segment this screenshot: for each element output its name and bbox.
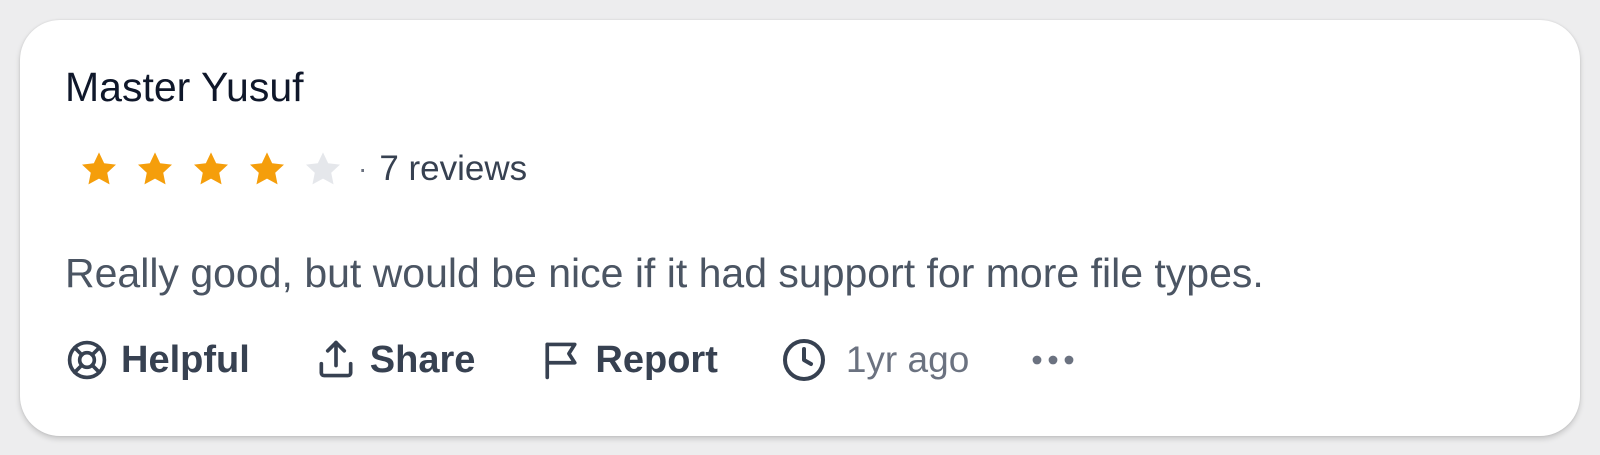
report-button[interactable]: Report bbox=[539, 334, 718, 386]
rating-row: · 7 reviews bbox=[78, 148, 527, 190]
star-icon bbox=[82, 152, 116, 185]
reviewer-name: Master Yusuf bbox=[65, 64, 304, 110]
helpful-button[interactable]: Helpful bbox=[65, 334, 250, 386]
timestamp: 1yr ago bbox=[780, 334, 969, 386]
share-button[interactable]: Share bbox=[314, 334, 476, 386]
share-label: Share bbox=[369, 339, 476, 381]
review-count: 7 reviews bbox=[379, 149, 528, 188]
star-icon bbox=[306, 152, 340, 185]
star-icon bbox=[138, 152, 172, 185]
rating-separator: · bbox=[358, 153, 368, 184]
helpful-label: Helpful bbox=[121, 339, 250, 381]
more-options-button[interactable] bbox=[1027, 338, 1079, 382]
report-label: Report bbox=[595, 339, 718, 381]
review-text: Really good, but would be nice if it had… bbox=[65, 250, 1264, 296]
star-icon bbox=[194, 152, 228, 185]
share-upload-icon bbox=[319, 340, 353, 378]
flag-icon bbox=[545, 342, 577, 380]
review-card: Master Yusuf · 7 reviews Really good, bu… bbox=[20, 20, 1580, 436]
clock-icon bbox=[782, 339, 825, 381]
lifebuoy-icon bbox=[67, 340, 107, 380]
time-ago: 1yr ago bbox=[845, 339, 970, 380]
star-rating bbox=[78, 148, 344, 190]
more-horizontal-icon bbox=[1032, 355, 1074, 365]
star-icon bbox=[250, 152, 284, 185]
review-actions: Helpful Share Report 1yr ago bbox=[65, 334, 1079, 386]
